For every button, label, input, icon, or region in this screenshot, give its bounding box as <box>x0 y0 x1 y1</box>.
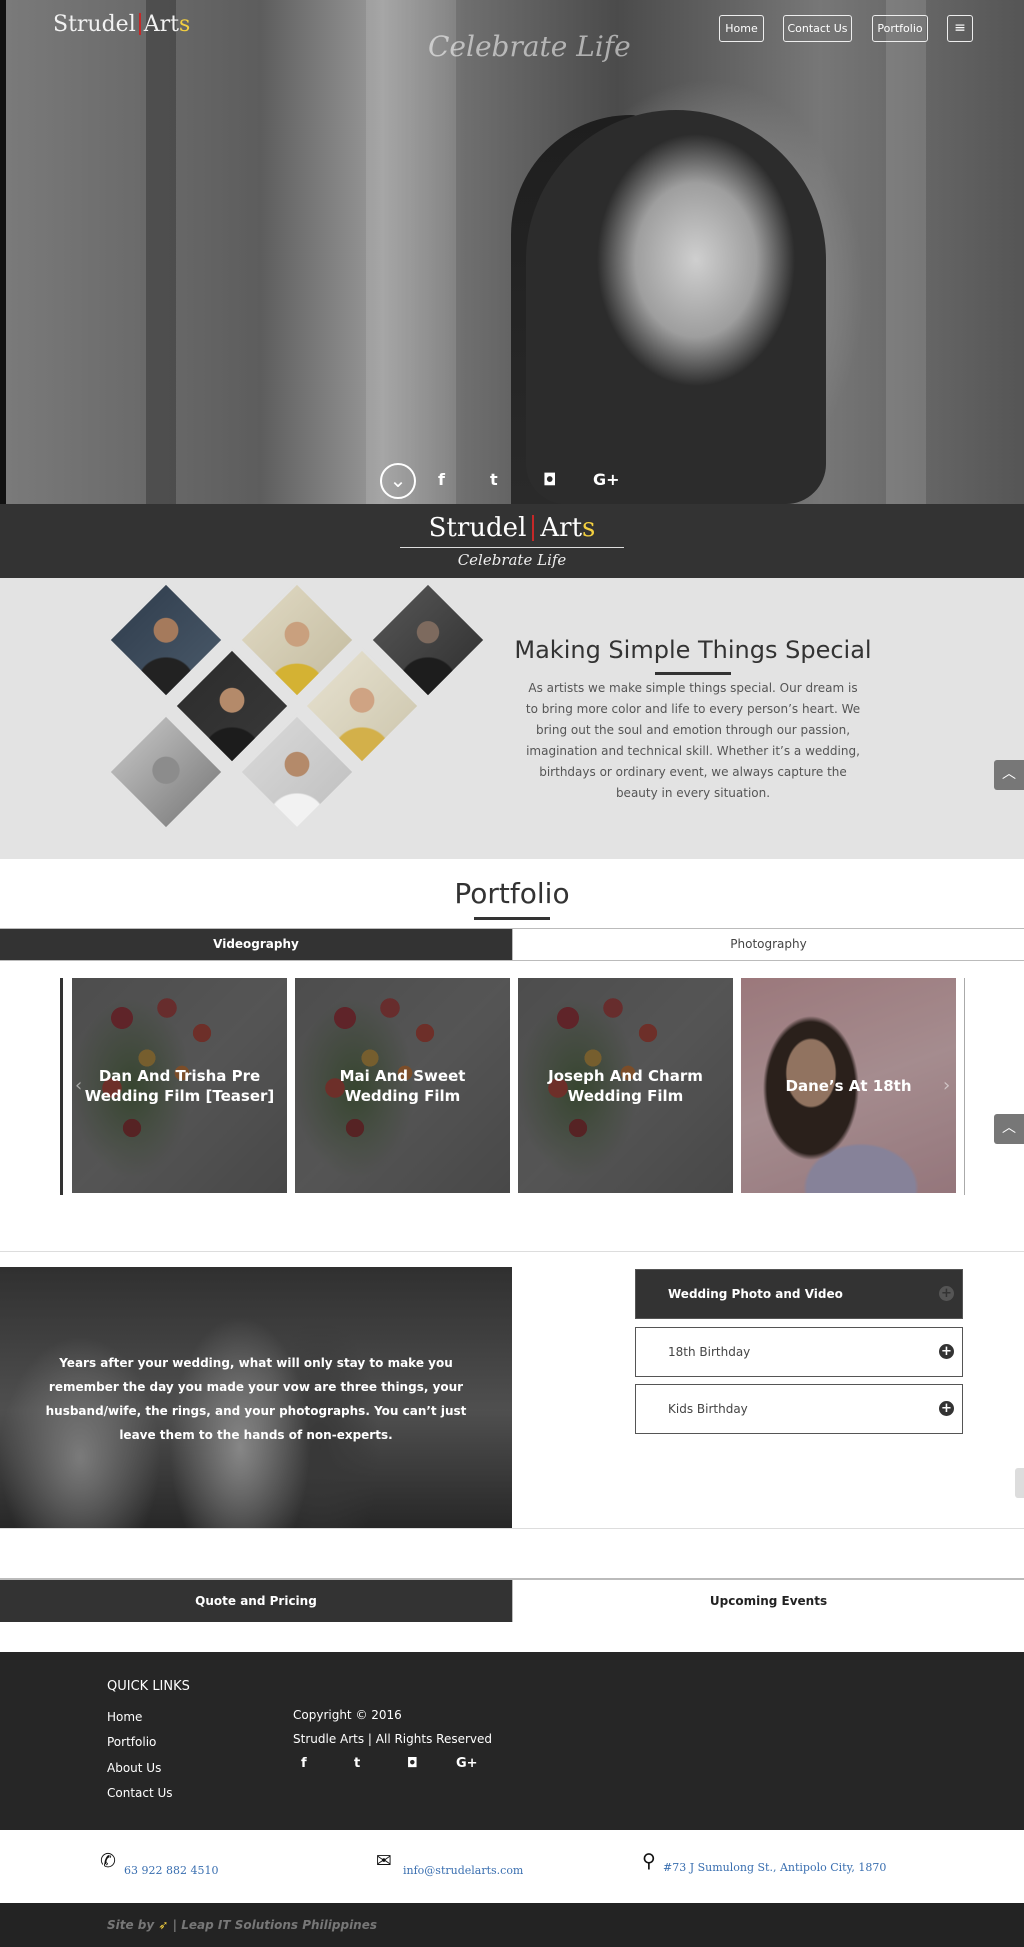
hero-photo <box>6 0 1024 504</box>
google-plus-icon[interactable]: G+ <box>593 470 620 489</box>
back-to-top-button[interactable]: ︿ <box>994 760 1024 790</box>
portfolio-tabs: Videography Photography <box>0 928 1024 961</box>
portfolio-item[interactable]: Mai And Sweet Wedding Film <box>295 978 510 1193</box>
facebook-icon[interactable]: f <box>438 470 445 489</box>
contact-address: #73 J Sumulong St., Antipolo City, 1870 <box>663 1861 887 1874</box>
accordion-wedding[interactable]: Wedding Photo and Video + <box>635 1269 963 1319</box>
slider-prev-icon[interactable]: ‹ <box>75 1075 82 1096</box>
twitter-icon[interactable]: t <box>354 1756 360 1771</box>
mail-icon: ✉ <box>376 1850 392 1872</box>
footer-link-contact[interactable]: Contact Us <box>107 1786 173 1800</box>
about-text: As artists we make simple things special… <box>525 681 861 800</box>
portfolio-item[interactable]: Dane’s At 18th <box>741 978 956 1193</box>
quick-links-title: QUICK LINKS <box>107 1679 190 1694</box>
nav-portfolio-button[interactable]: Portfolio <box>872 15 928 42</box>
footer-link-portfolio[interactable]: Portfolio <box>107 1735 156 1749</box>
accordion-18th-birthday[interactable]: 18th Birthday + <box>635 1327 963 1377</box>
portfolio-title: Portfolio <box>454 877 570 910</box>
credits-link[interactable]: | Leap IT Solutions Philippines <box>173 1918 377 1932</box>
band-logo: Strudel Arts <box>428 513 596 543</box>
wedding-quote-panel: Years after your wedding, what will only… <box>0 1267 512 1528</box>
tab-videography[interactable]: Videography <box>0 929 512 960</box>
brand-band: Strudel Arts Celebrate Life <box>0 504 1024 578</box>
contact-row: ✆ 63 922 882 4510 ✉ info@strudelarts.com… <box>0 1830 1024 1903</box>
contact-phone[interactable]: 63 922 882 4510 <box>124 1864 218 1877</box>
hamburger-icon[interactable]: ≡ <box>947 15 973 42</box>
facebook-icon[interactable]: f <box>301 1756 307 1771</box>
chevron-down-icon[interactable]: ⌄ <box>380 463 416 499</box>
rights: Strudle Arts | All Rights Reserved <box>293 1732 492 1746</box>
footer: QUICK LINKS Home Portfolio About Us Cont… <box>0 1652 1024 1830</box>
footer-link-about[interactable]: About Us <box>107 1761 161 1775</box>
hero-tagline: Celebrate Life <box>428 30 631 63</box>
tab-upcoming-events[interactable]: Upcoming Events <box>512 1580 1024 1622</box>
wedding-quote: Years after your wedding, what will only… <box>45 1356 467 1442</box>
site-logo[interactable]: Strudel Arts <box>53 12 190 37</box>
portfolio-slider: Dan And Trisha Pre Wedding Film [Teaser]… <box>60 978 965 1195</box>
google-plus-icon[interactable]: G+ <box>456 1756 478 1771</box>
nav-contact-button[interactable]: Contact Us <box>783 15 852 42</box>
site-credits: Site by ➶ | Leap IT Solutions Philippine… <box>0 1903 1024 1947</box>
instagram-icon[interactable]: ◘ <box>543 470 556 489</box>
twitter-icon[interactable]: t <box>490 470 498 489</box>
contact-email[interactable]: info@strudelarts.com <box>403 1864 523 1877</box>
about-section <box>0 578 1024 859</box>
band-tagline: Celebrate Life <box>457 551 567 569</box>
plus-icon: + <box>939 1344 954 1359</box>
instagram-icon[interactable]: ◘ <box>407 1756 418 1771</box>
nav-home-button[interactable]: Home <box>719 15 764 42</box>
tab-quote-pricing[interactable]: Quote and Pricing <box>0 1580 512 1622</box>
footer-link-home[interactable]: Home <box>107 1710 142 1724</box>
about-title: Making Simple Things Special <box>514 636 872 664</box>
phone-icon: ✆ <box>100 1850 116 1872</box>
side-tab[interactable] <box>1015 1468 1024 1498</box>
hero-banner: Strudel Arts Celebrate Life Home Contact … <box>0 0 1024 504</box>
portfolio-item[interactable]: Dan And Trisha Pre Wedding Film [Teaser] <box>72 978 287 1193</box>
tab-photography[interactable]: Photography <box>512 929 1024 960</box>
slider-next-icon[interactable]: › <box>943 1075 950 1096</box>
back-to-top-button[interactable]: ︿ <box>994 1114 1024 1144</box>
plus-icon: + <box>939 1286 954 1301</box>
info-tabs: Quote and Pricing Upcoming Events <box>0 1578 1024 1622</box>
accordion-kids-birthday[interactable]: Kids Birthday + <box>635 1384 963 1434</box>
plus-icon: + <box>939 1401 954 1416</box>
portfolio-item[interactable]: Joseph And Charm Wedding Film <box>518 978 733 1193</box>
copyright: Copyright © 2016 <box>293 1708 402 1722</box>
leap-logo-icon: ➶ <box>158 1918 169 1932</box>
location-pin-icon: ⚲ <box>642 1850 656 1872</box>
